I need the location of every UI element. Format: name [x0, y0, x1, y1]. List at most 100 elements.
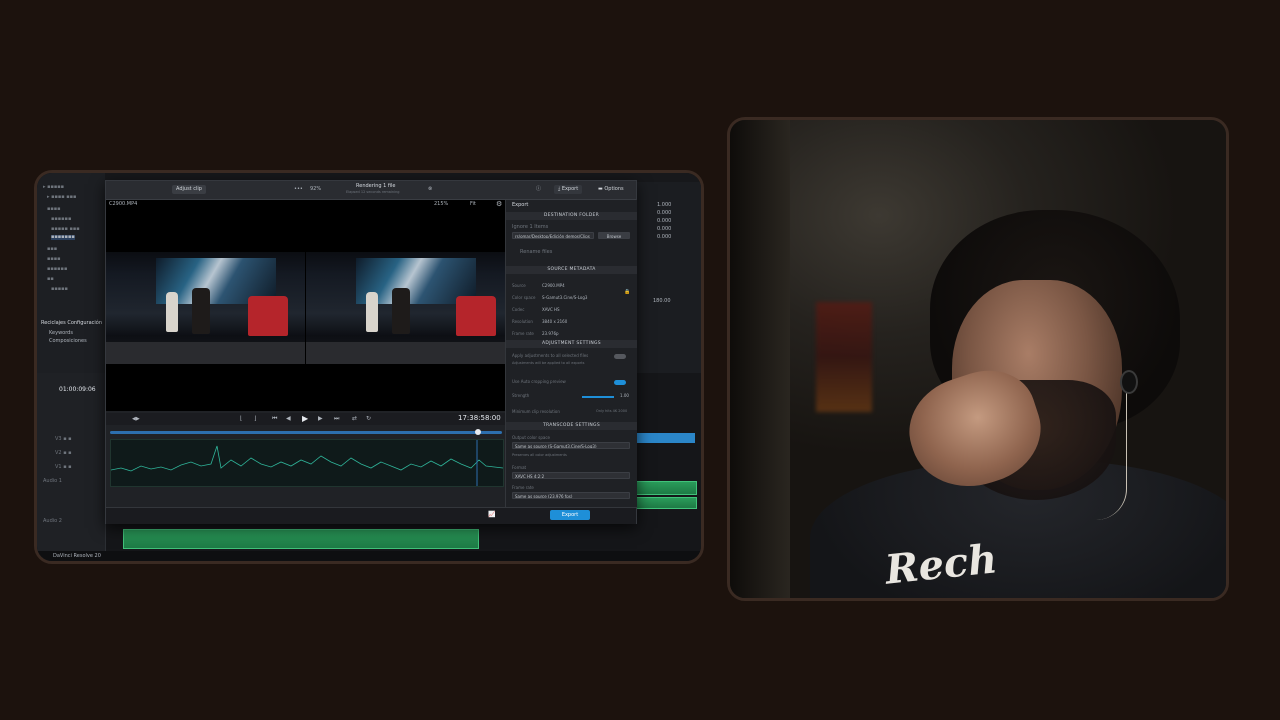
bin-item[interactable]: ▪▪▪▪▪ ▪▪▪ — [51, 227, 80, 232]
frame-rate-select[interactable]: Same as source (23.976 fps) — [512, 492, 630, 499]
clip-name: C2900.MP4 — [109, 201, 138, 207]
destination-path-field[interactable]: rs/omar/Desktop/Edición demos/Clips — [512, 232, 594, 239]
bin-item[interactable]: ▪▪ — [47, 277, 54, 282]
metadata-key: Color space — [512, 295, 536, 300]
export-tab-button[interactable]: ⤓ Export — [554, 185, 583, 194]
zoom-level[interactable]: 215% — [434, 202, 448, 207]
adjustment-header: ADJUSTMENT SETTINGS — [506, 340, 637, 348]
track-headers: 01:00:09:06 V3 ▪ ▪ V2 ▪ ▪ V1 ▪ ▪ Audio 1… — [37, 373, 106, 561]
options-button[interactable]: ▬ Options — [594, 185, 628, 194]
mark-out-icon[interactable]: ⌋ — [254, 416, 256, 422]
metadata-key: Source — [512, 283, 526, 288]
person-dark — [392, 288, 410, 334]
step-forward-icon[interactable]: ▶ — [318, 416, 323, 422]
output-color-select[interactable]: Same as source (S-Gamut3.Cine/S-Log3) — [512, 442, 630, 449]
strength-value[interactable]: 1.00 — [620, 394, 629, 398]
ignore-label: Ignore 1 Items — [512, 224, 549, 230]
bin-item[interactable]: ▪▪▪▪▪▪ — [51, 217, 71, 222]
bin-item[interactable]: ▪▪▪▪▪ — [51, 287, 68, 292]
output-label: Output color space — [512, 435, 551, 440]
mark-in-icon[interactable]: ⌊ — [240, 416, 242, 422]
audio-clip-long[interactable] — [123, 529, 479, 549]
bin-item[interactable]: ▸ ▪▪▪▪▪ — [43, 185, 64, 190]
options-label: Options — [604, 186, 624, 192]
track-v2[interactable]: V2 ▪ ▪ — [55, 451, 72, 456]
bin-item[interactable]: ▪▪▪ — [47, 247, 57, 252]
video-half-right — [306, 252, 505, 364]
person-red — [248, 296, 288, 336]
screen-recording-frame: ▸ ▪▪▪▪▪ ▸ ▪▪▪▪ ▪▪▪ ▪▪▪▪ ▪▪▪▪▪▪ ▪▪▪▪▪ ▪▪▪… — [34, 170, 704, 564]
insp-value[interactable]: 0.000 — [657, 227, 671, 232]
insp-value[interactable]: 0.000 — [657, 219, 671, 224]
scrubber-handle[interactable] — [475, 429, 482, 435]
export-window-toolbar: Adjust clip ••• 92% Rendering 1 file Ela… — [106, 181, 636, 200]
left-item-1[interactable]: Keywords — [49, 331, 73, 336]
left-item-0[interactable]: Reciclajes Configuración — [41, 321, 102, 326]
more-icon[interactable]: ••• — [294, 187, 303, 192]
track-v1[interactable]: V1 ▪ ▪ — [55, 465, 72, 470]
audio-clip[interactable] — [635, 481, 697, 495]
format-select[interactable]: XAVC HS 4:2:2 — [512, 472, 630, 479]
timeline-timecode: 01:00:09:06 — [59, 386, 96, 393]
scrubber-bar[interactable] — [110, 429, 502, 435]
earphone-cable — [1096, 390, 1127, 520]
settings-gear-icon[interactable]: ⚙ — [496, 201, 502, 208]
browse-button[interactable]: Browse — [598, 232, 630, 239]
bin-item[interactable]: ▸ ▪▪▪▪ ▪▪▪ — [47, 195, 76, 200]
loop-icon[interactable]: ⇄ — [352, 416, 357, 422]
insp-value[interactable]: 180.00 — [653, 299, 671, 304]
lock-icon[interactable]: 🔒 — [624, 290, 630, 295]
jog-icon[interactable]: ◀▶ — [132, 417, 140, 422]
chart-icon[interactable]: 📈 — [488, 512, 495, 518]
bin-item[interactable]: ▪▪▪▪ — [47, 207, 61, 212]
step-back-icon[interactable]: ◀ — [286, 416, 291, 422]
output-note: Preserves all color adjustments — [512, 453, 567, 457]
loop-label: Use Auto cropping preview — [512, 379, 566, 384]
bin-item-selected[interactable]: ▪▪▪▪▪▪▪ — [51, 235, 75, 240]
close-icon[interactable]: ⊗ — [428, 187, 432, 192]
insp-value[interactable]: 1.000 — [657, 203, 671, 208]
transport-controls: ◀▶ ⌊ ⌋ ⏮ ◀ ▶ ▶ ⏭ ⇄ ↻ 17:38:58:00 — [106, 413, 505, 425]
apply-note: Adjustments will be applied to all expor… — [512, 361, 585, 365]
export-tab[interactable]: Export — [512, 203, 528, 208]
person-dark — [192, 288, 210, 334]
auto-crop-toggle[interactable] — [614, 380, 626, 385]
destination-header: DESTINATION FOLDER — [506, 212, 637, 220]
video-viewer[interactable]: C2900.MP4 215% Fit ⚙ — [106, 200, 505, 411]
render-status-sub: Elapsed 12 seconds remaining — [346, 190, 400, 194]
rename-files-label[interactable]: Rename files — [520, 250, 552, 255]
wall-painting — [816, 302, 872, 412]
track-v3[interactable]: V3 ▪ ▪ — [55, 437, 72, 442]
metadata-key: Codec — [512, 307, 525, 312]
metadata-value: XAVC HS — [542, 307, 560, 312]
metadata-value: C2900.MP4 — [542, 283, 565, 288]
insp-value[interactable]: 0.000 — [657, 235, 671, 240]
track-a2[interactable]: Audio 2 — [43, 519, 62, 524]
doorway-shadow — [730, 120, 790, 598]
bin-item[interactable]: ▪▪▪▪ — [47, 257, 61, 262]
video-clip[interactable] — [635, 433, 695, 443]
frame-rate-label: Frame rate — [512, 485, 534, 490]
audio-clip[interactable] — [635, 497, 697, 509]
fit-label[interactable]: Fit — [470, 202, 476, 207]
export-window: Adjust clip ••• 92% Rendering 1 file Ela… — [105, 180, 637, 524]
export-button[interactable]: Export — [550, 510, 590, 520]
track-a1[interactable]: Audio 1 — [43, 479, 62, 484]
skip-back-icon[interactable]: ⏮ — [272, 416, 277, 422]
metadata-key: Resolution — [512, 319, 533, 324]
apply-toggle[interactable] — [614, 354, 626, 359]
metadata-value: S-Gamut3.Cine/S-Log3 — [542, 295, 588, 300]
metadata-value: 3840 x 2160 — [542, 319, 568, 324]
sync-icon[interactable]: ↻ — [366, 416, 371, 422]
apply-label: Apply adjustments to all selected files — [512, 353, 589, 358]
stage-floor — [106, 342, 305, 364]
skip-forward-icon[interactable]: ⏭ — [334, 416, 339, 422]
strength-slider[interactable] — [582, 396, 614, 398]
play-icon[interactable]: ▶ — [302, 415, 308, 423]
adjust-clip-chip[interactable]: Adjust clip — [172, 185, 206, 194]
bin-item[interactable]: ▪▪▪▪▪▪ — [47, 267, 67, 272]
info-icon[interactable]: ⓘ — [536, 187, 541, 192]
left-item-2[interactable]: Composiciones — [49, 339, 87, 344]
person-red — [456, 296, 496, 336]
insp-value[interactable]: 0.000 — [657, 211, 671, 216]
